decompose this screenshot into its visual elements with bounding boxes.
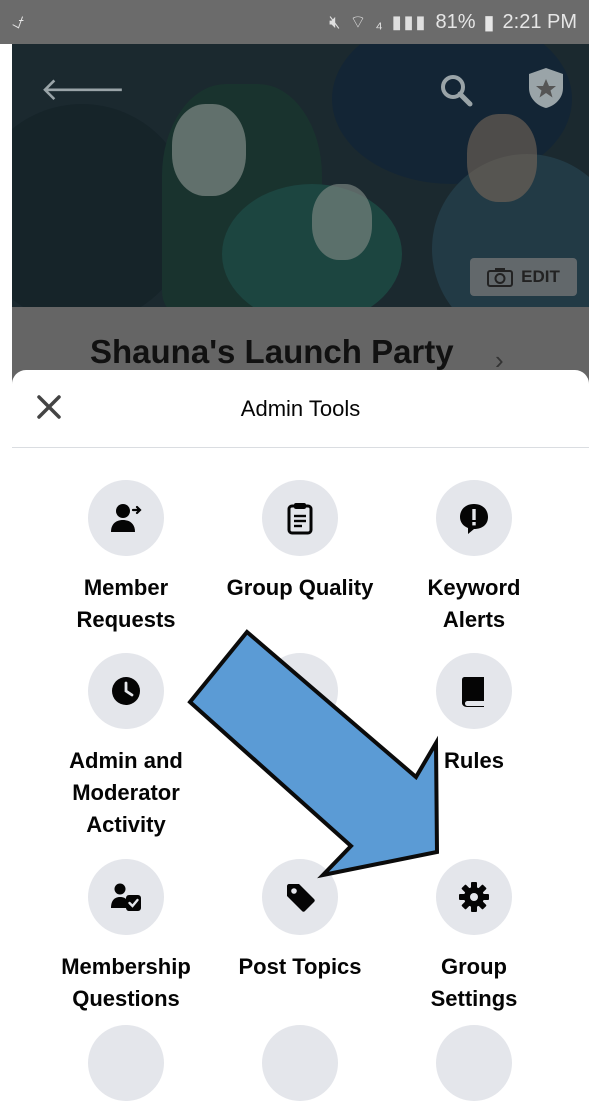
tool-icon-circle — [262, 1025, 338, 1101]
tag-icon — [287, 884, 315, 912]
tool-post-topics[interactable]: Post Topics — [220, 859, 380, 983]
tool-label: Rules — [444, 748, 504, 773]
battery-icon: ▮ — [483, 12, 495, 34]
person-icon — [288, 678, 312, 706]
tool-group-settings[interactable]: Group Settings — [394, 859, 554, 1015]
tool-member-requests[interactable]: Member Requests — [46, 480, 206, 636]
admin-shield-icon[interactable] — [526, 66, 566, 110]
member-question-icon — [111, 883, 141, 911]
tool-partial[interactable] — [46, 1025, 206, 1101]
camera-icon — [487, 268, 514, 287]
tool-partial[interactable] — [220, 1025, 380, 1101]
tool-icon-circle — [88, 859, 164, 935]
admin-tools-sheet: Admin Tools Member Requests Group Qualit… — [12, 370, 589, 1101]
book-icon — [462, 677, 484, 707]
tool-label: Group Quality — [226, 575, 374, 600]
tool-icon-circle — [436, 480, 512, 556]
sheet-header: Admin Tools — [12, 370, 589, 448]
tool-icon-circle — [88, 1025, 164, 1101]
search-icon[interactable] — [438, 72, 474, 108]
tool-hidden-under-arrow[interactable] — [220, 653, 380, 745]
gear-icon — [459, 882, 489, 912]
tool-admin-moderator-activity[interactable]: Admin and Moderator Activity — [46, 653, 206, 841]
tool-label: Post Topics — [238, 954, 362, 979]
tool-icon-circle — [262, 859, 338, 935]
group-title[interactable]: Shauna's Launch Party — [90, 333, 454, 371]
status-bar: ⍻ 🔇︎ ⌔ ₄ ▮▮▮ 81% ▮ 2:21 PM — [0, 0, 589, 44]
tool-partial[interactable] — [394, 1025, 554, 1101]
tool-icon-circle — [436, 1025, 512, 1101]
tool-membership-questions[interactable]: Membership Questions — [46, 859, 206, 1015]
tool-icon-circle — [262, 480, 338, 556]
tool-icon-circle — [88, 653, 164, 729]
tool-label: Admin and Moderator Activity — [69, 748, 183, 837]
tool-label: Member Requests — [76, 575, 176, 632]
battery-level: 81% — [435, 11, 476, 33]
tool-rules[interactable]: Rules — [394, 653, 554, 777]
alert-bubble-icon — [460, 504, 488, 534]
tool-icon-circle — [262, 653, 338, 729]
edit-cover-button[interactable]: EDIT — [470, 258, 577, 296]
tool-icon-circle — [436, 653, 512, 729]
back-arrow-icon[interactable]: 🡐 — [40, 73, 126, 105]
tool-label: Keyword Alerts — [427, 575, 521, 632]
download-check-icon: ⍻ — [12, 8, 25, 33]
status-icons: 🔇︎ ⌔ ₄ ▮▮▮ — [329, 12, 428, 32]
tool-group-quality[interactable]: Group Quality — [220, 480, 380, 604]
sheet-title: Admin Tools — [240, 396, 361, 421]
clock-icon — [112, 677, 140, 705]
person-arrow-icon — [111, 504, 142, 532]
tool-keyword-alerts[interactable]: Keyword Alerts — [394, 480, 554, 636]
clock-time: 2:21 PM — [502, 11, 577, 33]
tool-icon-circle — [436, 859, 512, 935]
clipboard-icon — [287, 503, 313, 535]
tool-icon-circle — [88, 480, 164, 556]
edit-label: EDIT — [521, 267, 560, 286]
tool-label: Group Settings — [430, 954, 518, 1011]
status-right: 🔇︎ ⌔ ₄ ▮▮▮ 81% ▮ 2:21 PM — [329, 10, 577, 35]
tool-label: Membership Questions — [61, 954, 191, 1011]
